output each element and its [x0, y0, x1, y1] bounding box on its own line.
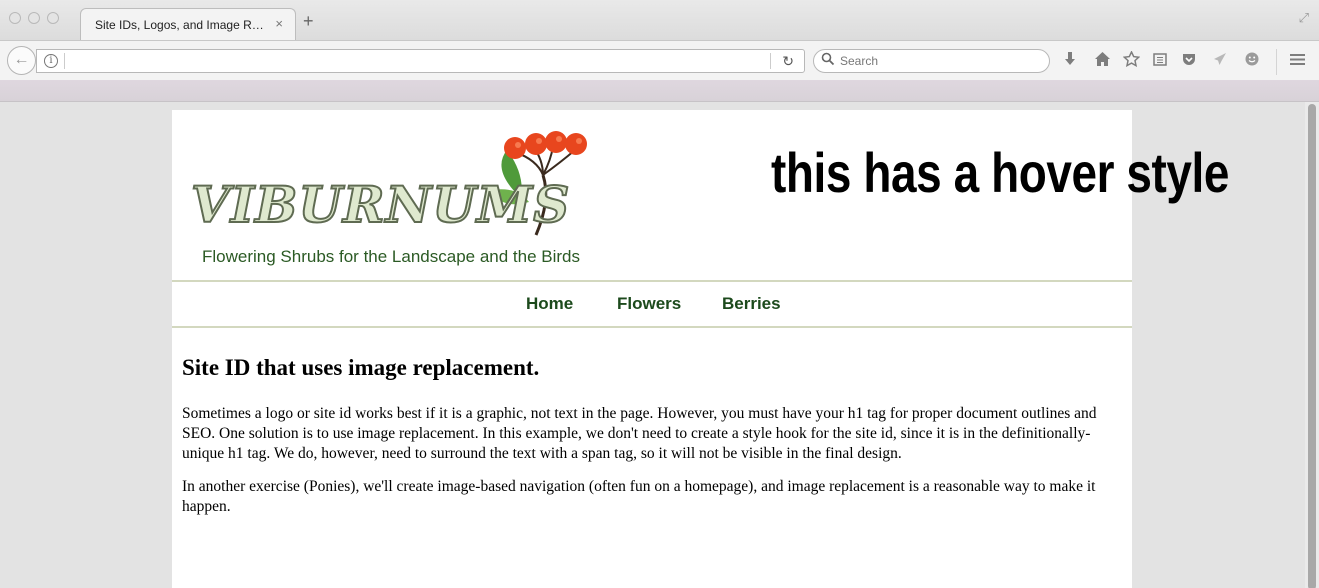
pocket-icon[interactable]	[1181, 51, 1197, 72]
toolbar-bottom-strip	[0, 80, 1319, 102]
search-icon	[821, 52, 835, 69]
scrollbar[interactable]	[1305, 102, 1319, 588]
fullscreen-icon[interactable]: ⤢	[1299, 10, 1309, 26]
minimize-window-button[interactable]	[28, 12, 40, 24]
search-input[interactable]: Search	[813, 49, 1050, 73]
site-tagline: Flowering Shrubs for the Landscape and t…	[202, 247, 581, 266]
info-icon[interactable]: i	[44, 54, 58, 68]
new-tab-button[interactable]: +	[303, 12, 314, 30]
close-window-button[interactable]	[9, 12, 21, 24]
tab-title: Site IDs, Logos, and Image Re...	[95, 18, 267, 32]
main-content: Site ID that uses image replacement. Som…	[182, 354, 1122, 530]
logo-wordmark: VIBURNUMS	[190, 174, 571, 235]
site-logo[interactable]: VIBURNUMS	[190, 130, 591, 240]
toolbar-separator	[1276, 49, 1277, 75]
browser-tab[interactable]: Site IDs, Logos, and Image Re... ×	[80, 8, 296, 41]
emoji-icon[interactable]	[1244, 51, 1260, 72]
main-navigation: Home Flowers Berries	[172, 280, 1132, 328]
share-icon[interactable]	[1212, 51, 1228, 72]
tab-close-icon[interactable]: ×	[275, 16, 283, 31]
paragraph: Sometimes a logo or site id works best i…	[182, 405, 1097, 462]
zoom-window-button[interactable]	[47, 12, 59, 24]
menu-icon[interactable]	[1289, 51, 1306, 72]
nav-item-flowers[interactable]: Flowers	[617, 294, 681, 314]
bookmark-star-icon[interactable]	[1122, 50, 1141, 72]
reading-list-icon[interactable]	[1152, 51, 1168, 72]
back-button[interactable]: ←	[7, 46, 36, 75]
hover-style-text[interactable]: this has a hover style	[771, 140, 1229, 205]
page-heading: Site ID that uses image replacement.	[182, 355, 540, 380]
nav-item-berries[interactable]: Berries	[722, 294, 781, 314]
search-placeholder: Search	[840, 54, 879, 68]
paragraph: In another exercise (Ponies), we'll crea…	[182, 478, 1096, 515]
reload-separator	[770, 53, 771, 69]
scrollbar-thumb[interactable]	[1308, 104, 1316, 588]
download-icon[interactable]	[1062, 51, 1078, 72]
navigation-toolbar: i ↻ ← Search	[0, 40, 1319, 80]
home-icon[interactable]	[1094, 51, 1111, 72]
nav-item-home[interactable]: Home	[526, 294, 573, 314]
url-bar[interactable]: i ↻	[36, 49, 805, 73]
reload-icon[interactable]: ↻	[782, 53, 794, 70]
tab-bar: Site IDs, Logos, and Image Re... × + ⤢	[0, 0, 1319, 41]
url-separator	[64, 53, 65, 69]
